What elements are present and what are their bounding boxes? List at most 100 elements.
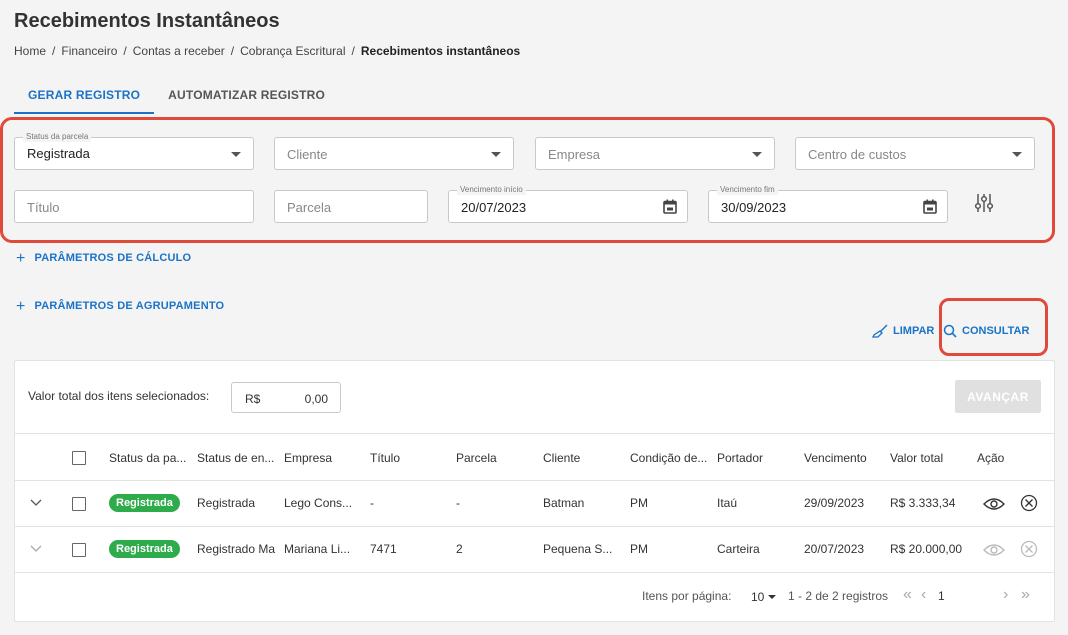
- pagination: Itens por página: 10 1 - 2 de 2 registro…: [15, 573, 1054, 621]
- table-row[interactable]: Registrada Registrada Lego Cons... - - B…: [15, 481, 1054, 527]
- table-header: Status da pa... Status de en... Empresa …: [15, 433, 1054, 481]
- col-status-envio[interactable]: Status de en...: [197, 451, 274, 465]
- vencimento-fim-legend: Vencimento fim: [717, 185, 778, 195]
- cell-titulo: 7471: [370, 542, 397, 556]
- vencimento-inicio-legend: Vencimento início: [457, 185, 526, 195]
- cell-empresa: Mariana Li...: [284, 542, 351, 556]
- cell-vencimento: 20/07/2023: [804, 542, 865, 556]
- filter-highlight-box: [0, 117, 1055, 243]
- pagination-range: 1 - 2 de 2 registros: [788, 589, 889, 603]
- status-badge: Registrada: [109, 494, 180, 512]
- plus-icon: +: [16, 297, 26, 315]
- col-valor-total[interactable]: Valor total: [890, 451, 943, 465]
- tab-gerar-registro[interactable]: GERAR REGISTRO: [14, 78, 155, 114]
- cell-status-envio: Registrada: [197, 496, 256, 510]
- next-page-icon[interactable]: ›: [1003, 586, 1008, 604]
- tune-filters-icon[interactable]: [975, 193, 993, 213]
- consultar-button[interactable]: CONSULTAR: [943, 324, 1029, 338]
- breadcrumb-financeiro[interactable]: Financeiro: [61, 44, 117, 58]
- chevron-down-icon[interactable]: [30, 542, 42, 554]
- cell-portador: Itaú: [717, 496, 738, 510]
- tab-automatizar-registro[interactable]: AUTOMATIZAR REGISTRO: [154, 78, 339, 114]
- chevron-down-icon: [752, 152, 762, 157]
- page-title: Recebimentos Instantâneos: [14, 10, 280, 32]
- status-parcela-legend: Status da parcela: [23, 132, 92, 142]
- cell-cliente: Pequena S...: [543, 542, 613, 556]
- calendar-icon[interactable]: [923, 199, 937, 214]
- chevron-down-icon: [1012, 152, 1022, 157]
- table-row[interactable]: Registrada Registrado Ma Mariana Li... 7…: [15, 527, 1054, 573]
- cell-portador: Carteira: [717, 542, 760, 556]
- current-page[interactable]: 1: [938, 589, 945, 603]
- status-badge: Registrada: [109, 540, 180, 558]
- centro-custos-placeholder: Centro de custos: [808, 147, 907, 162]
- breadcrumb-current: Recebimentos instantâneos: [360, 44, 521, 58]
- vencimento-fim-input[interactable]: Vencimento fim 30/09/2023: [708, 185, 948, 223]
- breadcrumb-separator: /: [52, 44, 56, 58]
- breadcrumb-separator: /: [123, 44, 127, 58]
- parcela-input[interactable]: Parcela: [274, 190, 428, 223]
- breadcrumb-cobranca-escritural[interactable]: Cobrança Escritural: [240, 44, 345, 58]
- broom-icon: [872, 324, 888, 338]
- total-selected-label: Valor total dos itens selecionados:: [28, 389, 210, 403]
- breadcrumb-contas-a-receber[interactable]: Contas a receber: [133, 44, 225, 58]
- last-page-icon[interactable]: »: [1021, 586, 1030, 604]
- chevron-down-icon: [491, 152, 501, 157]
- breadcrumb-separator: /: [351, 44, 355, 58]
- currency-label: R$: [245, 392, 261, 406]
- parcela-placeholder: Parcela: [287, 200, 332, 215]
- titulo-input[interactable]: Título: [14, 190, 254, 223]
- calendar-icon[interactable]: [663, 199, 677, 214]
- avancar-button[interactable]: AVANÇAR: [955, 380, 1041, 413]
- total-selected-field: R$ 0,00: [231, 382, 341, 413]
- col-condicao[interactable]: Condição de...: [630, 451, 707, 465]
- empresa-select[interactable]: Empresa: [535, 137, 775, 170]
- empresa-placeholder: Empresa: [548, 147, 601, 162]
- col-parcela[interactable]: Parcela: [456, 451, 497, 465]
- cell-valor-total: R$ 3.333,34: [890, 496, 956, 510]
- cell-titulo: -: [370, 496, 374, 510]
- row-checkbox[interactable]: [72, 543, 86, 557]
- chevron-down-icon[interactable]: [768, 595, 776, 599]
- parametros-calculo-label: PARÂMETROS DE CÁLCULO: [34, 252, 192, 264]
- col-vencimento[interactable]: Vencimento: [804, 451, 867, 465]
- breadcrumb-separator: /: [230, 44, 235, 58]
- items-per-page-label: Itens por página:: [642, 589, 732, 603]
- row-checkbox[interactable]: [72, 497, 86, 511]
- parametros-agrupamento-label: PARÂMETROS DE AGRUPAMENTO: [34, 300, 225, 312]
- vencimento-inicio-value: 20/07/2023: [461, 200, 527, 215]
- cancel-circle-icon[interactable]: [1020, 494, 1038, 512]
- cell-cliente: Batman: [543, 496, 585, 510]
- eye-icon[interactable]: [983, 543, 1005, 557]
- eye-icon[interactable]: [983, 497, 1005, 511]
- col-status-parcela[interactable]: Status da pa...: [109, 451, 186, 465]
- parametros-calculo-link[interactable]: + PARÂMETROS DE CÁLCULO: [16, 250, 192, 266]
- chevron-down-icon: [231, 152, 241, 157]
- centro-custos-select[interactable]: Centro de custos: [795, 137, 1035, 170]
- parametros-agrupamento-link[interactable]: + PARÂMETROS DE AGRUPAMENTO: [16, 297, 225, 315]
- vencimento-fim-value: 30/09/2023: [721, 200, 787, 215]
- status-parcela-value: Registrada: [27, 146, 90, 161]
- first-page-icon[interactable]: «: [903, 586, 912, 604]
- chevron-down-icon[interactable]: [30, 496, 42, 508]
- prev-page-icon[interactable]: ‹: [921, 586, 926, 604]
- consultar-label: CONSULTAR: [962, 325, 1030, 337]
- cell-condicao: PM: [630, 496, 648, 510]
- status-parcela-select[interactable]: Status da parcela Registrada: [14, 132, 254, 170]
- col-empresa[interactable]: Empresa: [284, 451, 332, 465]
- items-per-page-select[interactable]: 10: [751, 590, 764, 604]
- cell-condicao: PM: [630, 542, 648, 556]
- col-titulo[interactable]: Título: [370, 451, 400, 465]
- col-cliente[interactable]: Cliente: [543, 451, 580, 465]
- vencimento-inicio-input[interactable]: Vencimento início 20/07/2023: [448, 185, 688, 223]
- search-icon: [943, 324, 957, 338]
- cell-parcela: 2: [456, 542, 463, 556]
- cell-parcela: -: [456, 496, 460, 510]
- cell-valor-total: R$ 20.000,00: [890, 542, 963, 556]
- cancel-circle-icon[interactable]: [1020, 540, 1038, 558]
- breadcrumb-home[interactable]: Home: [14, 44, 46, 58]
- select-all-checkbox[interactable]: [72, 451, 86, 465]
- cliente-select[interactable]: Cliente: [274, 137, 514, 170]
- col-portador[interactable]: Portador: [717, 451, 763, 465]
- limpar-button[interactable]: LIMPAR: [872, 324, 934, 338]
